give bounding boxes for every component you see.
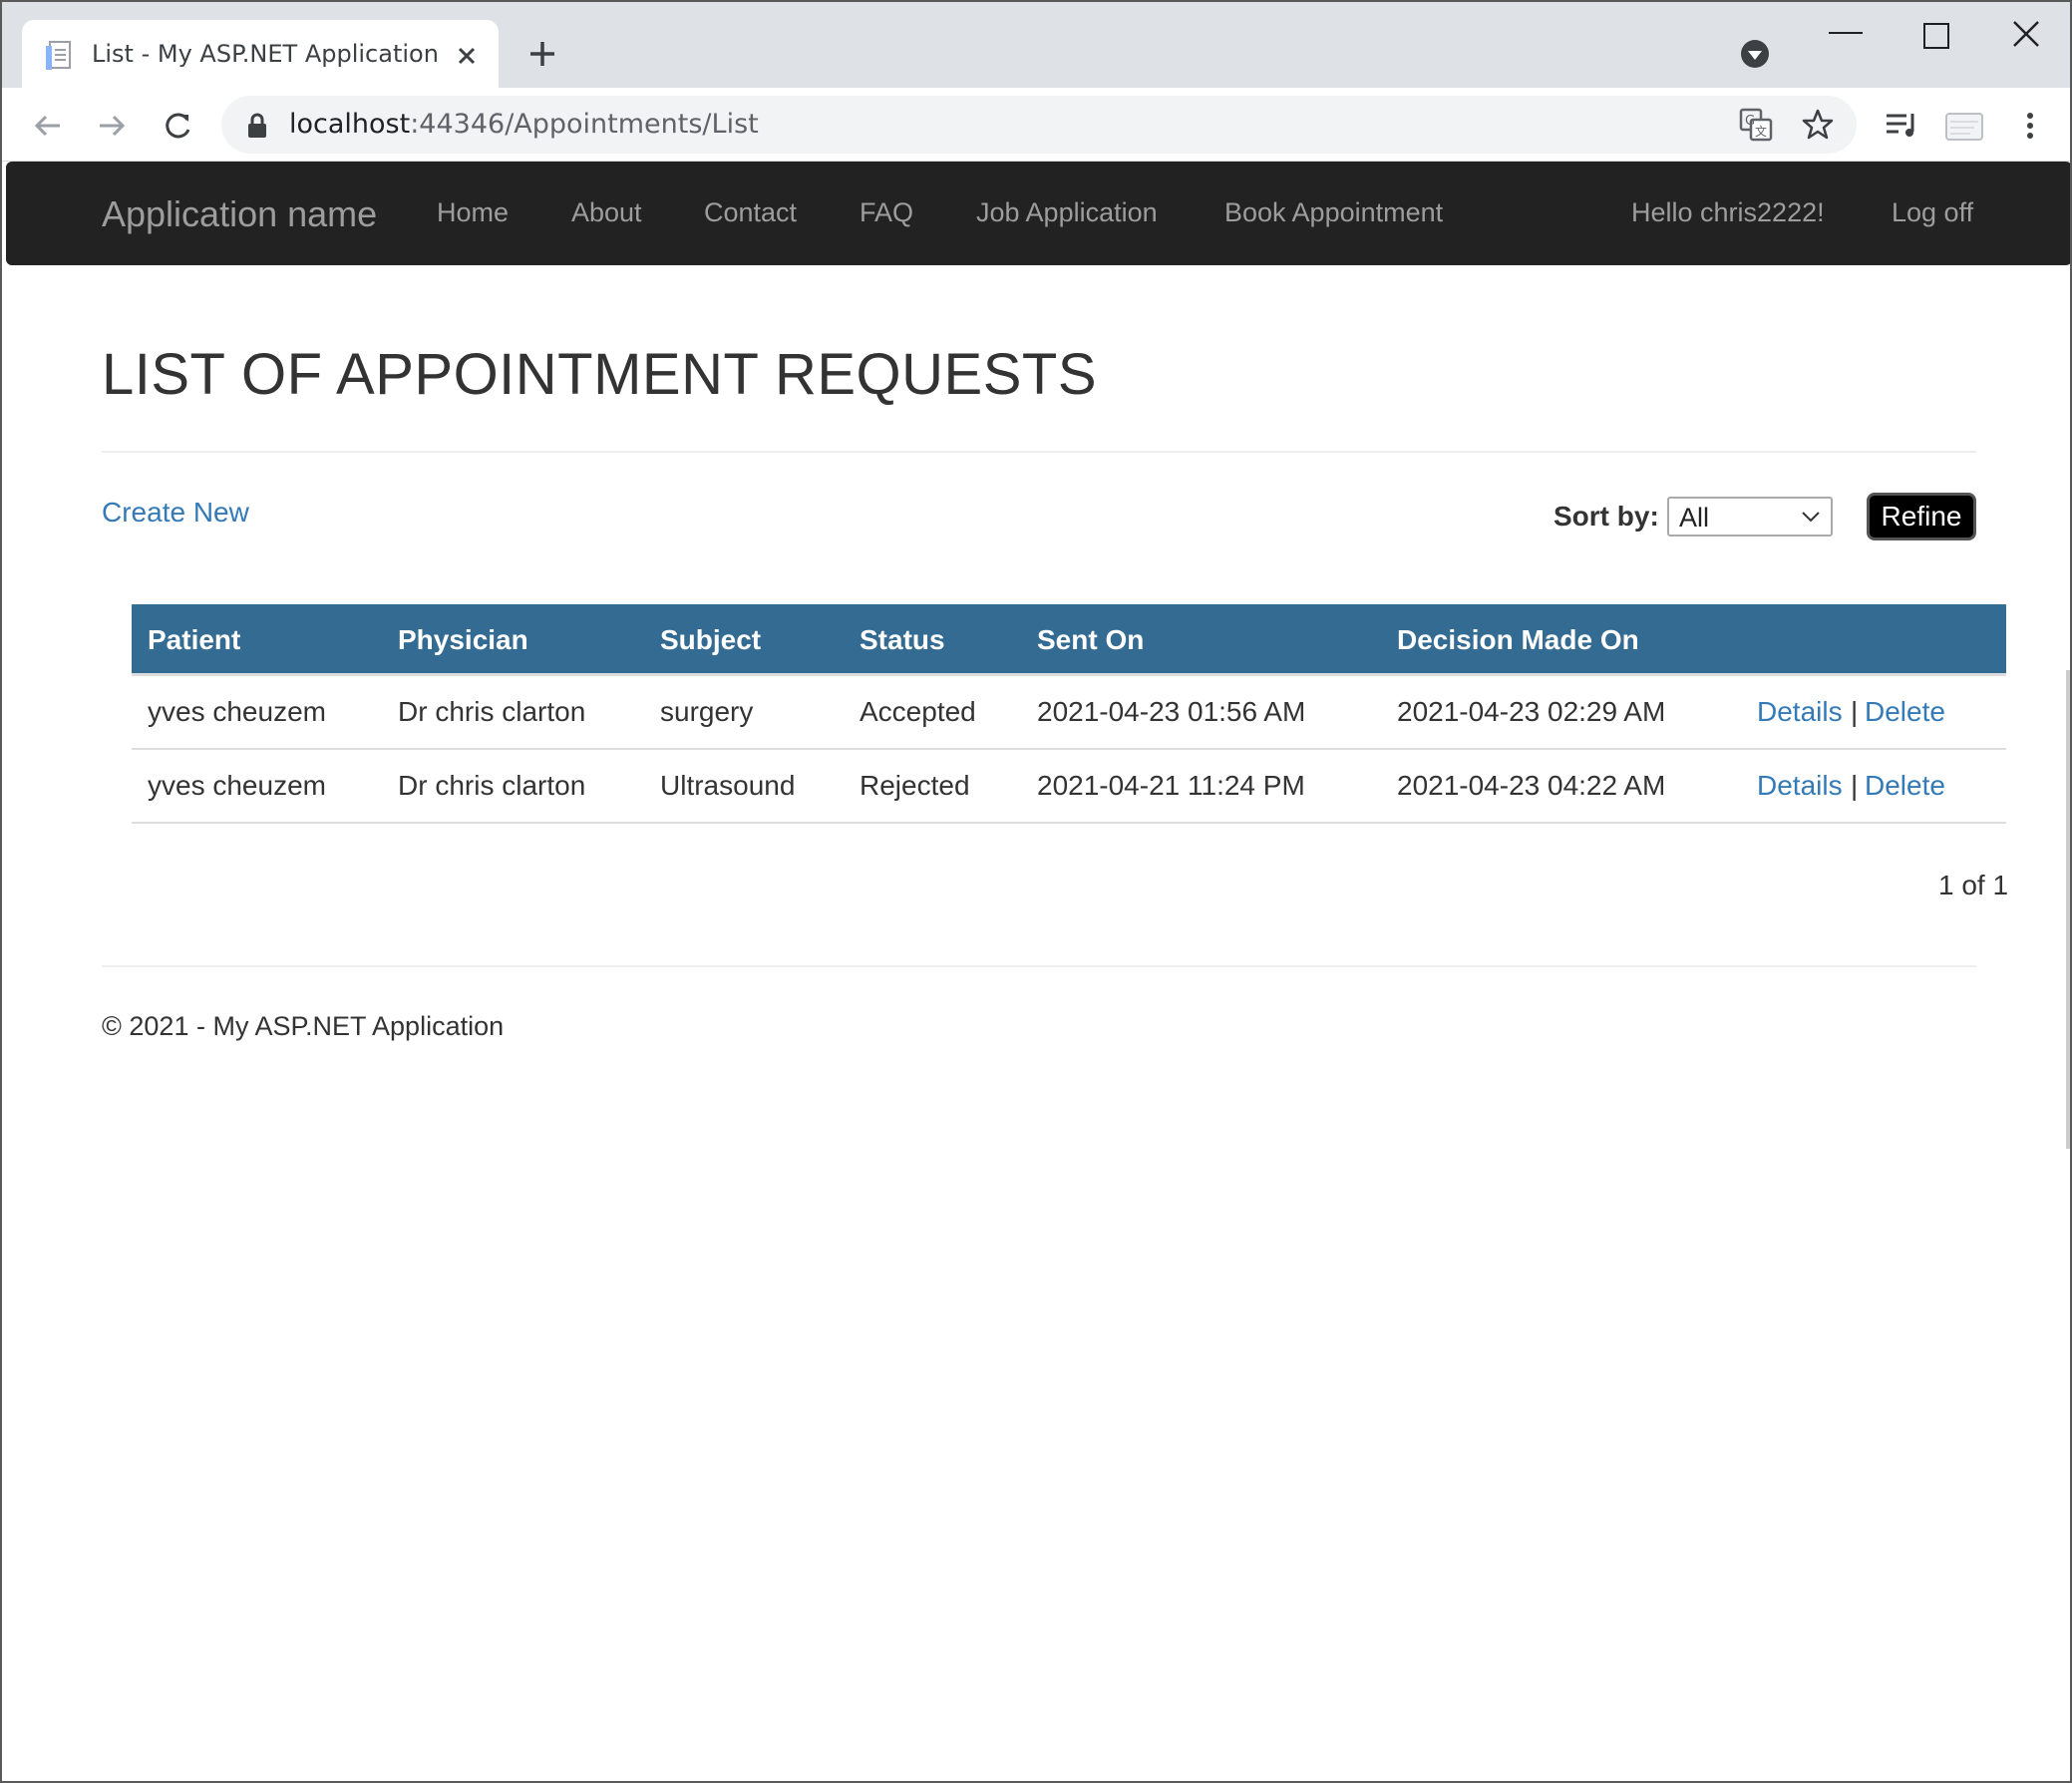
media-playlist-icon[interactable] [1881,106,1920,146]
cell-subject: Ultrasound [660,770,796,801]
window-edge-strip [2066,670,2070,1149]
reload-icon[interactable] [158,106,197,146]
user-greeting-link[interactable]: Hello chris2222! [1631,197,1825,228]
cell-patient: yves cheuzem [148,696,326,727]
sort-by-label: Sort by: [1554,501,1659,532]
nav-link-about[interactable]: About [571,197,642,228]
url-host: localhost [289,109,411,140]
close-tab-icon[interactable] [451,40,483,72]
chevron-down-icon [1802,512,1820,523]
minimize-icon[interactable] [1829,30,1863,36]
table-header: Patient Physician Subject Status Sent On… [132,604,2006,676]
cell-decision-made-on: 2021-04-23 02:29 AM [1397,696,1666,727]
pagination-text: 1 of 1 [1938,870,2009,900]
cell-sent-on: 2021-04-21 11:24 PM [1037,770,1305,801]
nav-link-book-appointment[interactable]: Book Appointment [1224,197,1443,228]
extension-icon[interactable] [1944,106,1984,146]
delete-link[interactable]: Delete [1865,770,1945,802]
action-separator: | [1851,696,1859,727]
nav-link-home[interactable]: Home [437,197,509,228]
lock-icon[interactable] [245,112,269,140]
cell-status: Rejected [860,770,970,801]
tab-title: List - My ASP.NET Application [92,40,439,68]
url-path: :44346/Appointments/List [410,109,759,140]
page-title: LIST OF APPOINTMENT REQUESTS [102,342,1098,407]
details-link[interactable]: Details [1757,770,1843,802]
bookmark-star-icon[interactable] [1801,108,1835,142]
table-row: yves cheuzem Dr chris clarton surgery Ac… [132,676,2006,750]
tab-strip: List - My ASP.NET Application [2,2,2070,88]
column-header-decision-made-on: Decision Made On [1397,624,1639,655]
maximize-icon[interactable] [1918,18,1954,54]
cell-physician: Dr chris clarton [398,770,586,801]
nav-link-job-application[interactable]: Job Application [976,197,1158,228]
svg-text:文: 文 [1755,124,1767,139]
forward-arrow-icon[interactable] [92,106,132,146]
address-bar[interactable]: localhost:44346/Appointments/List G 文 [221,96,1857,154]
brand-link[interactable]: Application name [102,193,377,235]
refine-button[interactable]: Refine [1867,493,1976,540]
new-tab-icon[interactable] [524,36,560,72]
tab-search-icon[interactable] [1739,38,1771,70]
footer-divider [102,965,1976,967]
svg-text:G: G [1745,114,1755,129]
nav-link-faq[interactable]: FAQ [860,197,913,228]
log-off-link[interactable]: Log off [1892,197,1973,228]
details-link[interactable]: Details [1757,696,1843,728]
cell-status: Accepted [860,696,976,727]
browser-window: List - My ASP.NET Application localhost:… [0,0,2072,1783]
translate-icon[interactable]: G 文 [1739,108,1775,142]
column-header-sent-on: Sent On [1037,624,1145,655]
column-header-patient: Patient [148,624,241,655]
table-row: yves cheuzem Dr chris clarton Ultrasound… [132,750,2006,824]
page-favicon-icon [46,41,71,70]
sort-by-select[interactable]: All [1667,497,1833,536]
column-header-physician: Physician [398,624,528,655]
nav-link-contact[interactable]: Contact [704,197,797,228]
site-navbar: Application name Home About Contact FAQ … [6,162,2070,265]
cell-patient: yves cheuzem [148,770,326,801]
column-header-subject: Subject [660,624,762,655]
url-text[interactable]: localhost:44346/Appointments/List [289,109,759,140]
cell-decision-made-on: 2021-04-23 04:22 AM [1397,770,1666,801]
kebab-menu-icon[interactable] [2010,106,2050,146]
footer-copyright: © 2021 - My ASP.NET Application [102,1011,505,1041]
cell-subject: surgery [660,696,754,727]
title-divider [102,451,1976,453]
create-new-link[interactable]: Create New [102,497,249,529]
delete-link[interactable]: Delete [1865,696,1945,728]
sort-by-value: All [1679,503,1710,533]
cell-physician: Dr chris clarton [398,696,586,727]
back-arrow-icon[interactable] [28,106,68,146]
action-separator: | [1851,770,1859,801]
column-header-status: Status [860,624,945,655]
browser-toolbar: localhost:44346/Appointments/List G 文 [2,88,2070,162]
window-close-icon[interactable] [2008,16,2044,52]
browser-tab[interactable]: List - My ASP.NET Application [22,20,499,88]
cell-sent-on: 2021-04-23 01:56 AM [1037,696,1306,727]
